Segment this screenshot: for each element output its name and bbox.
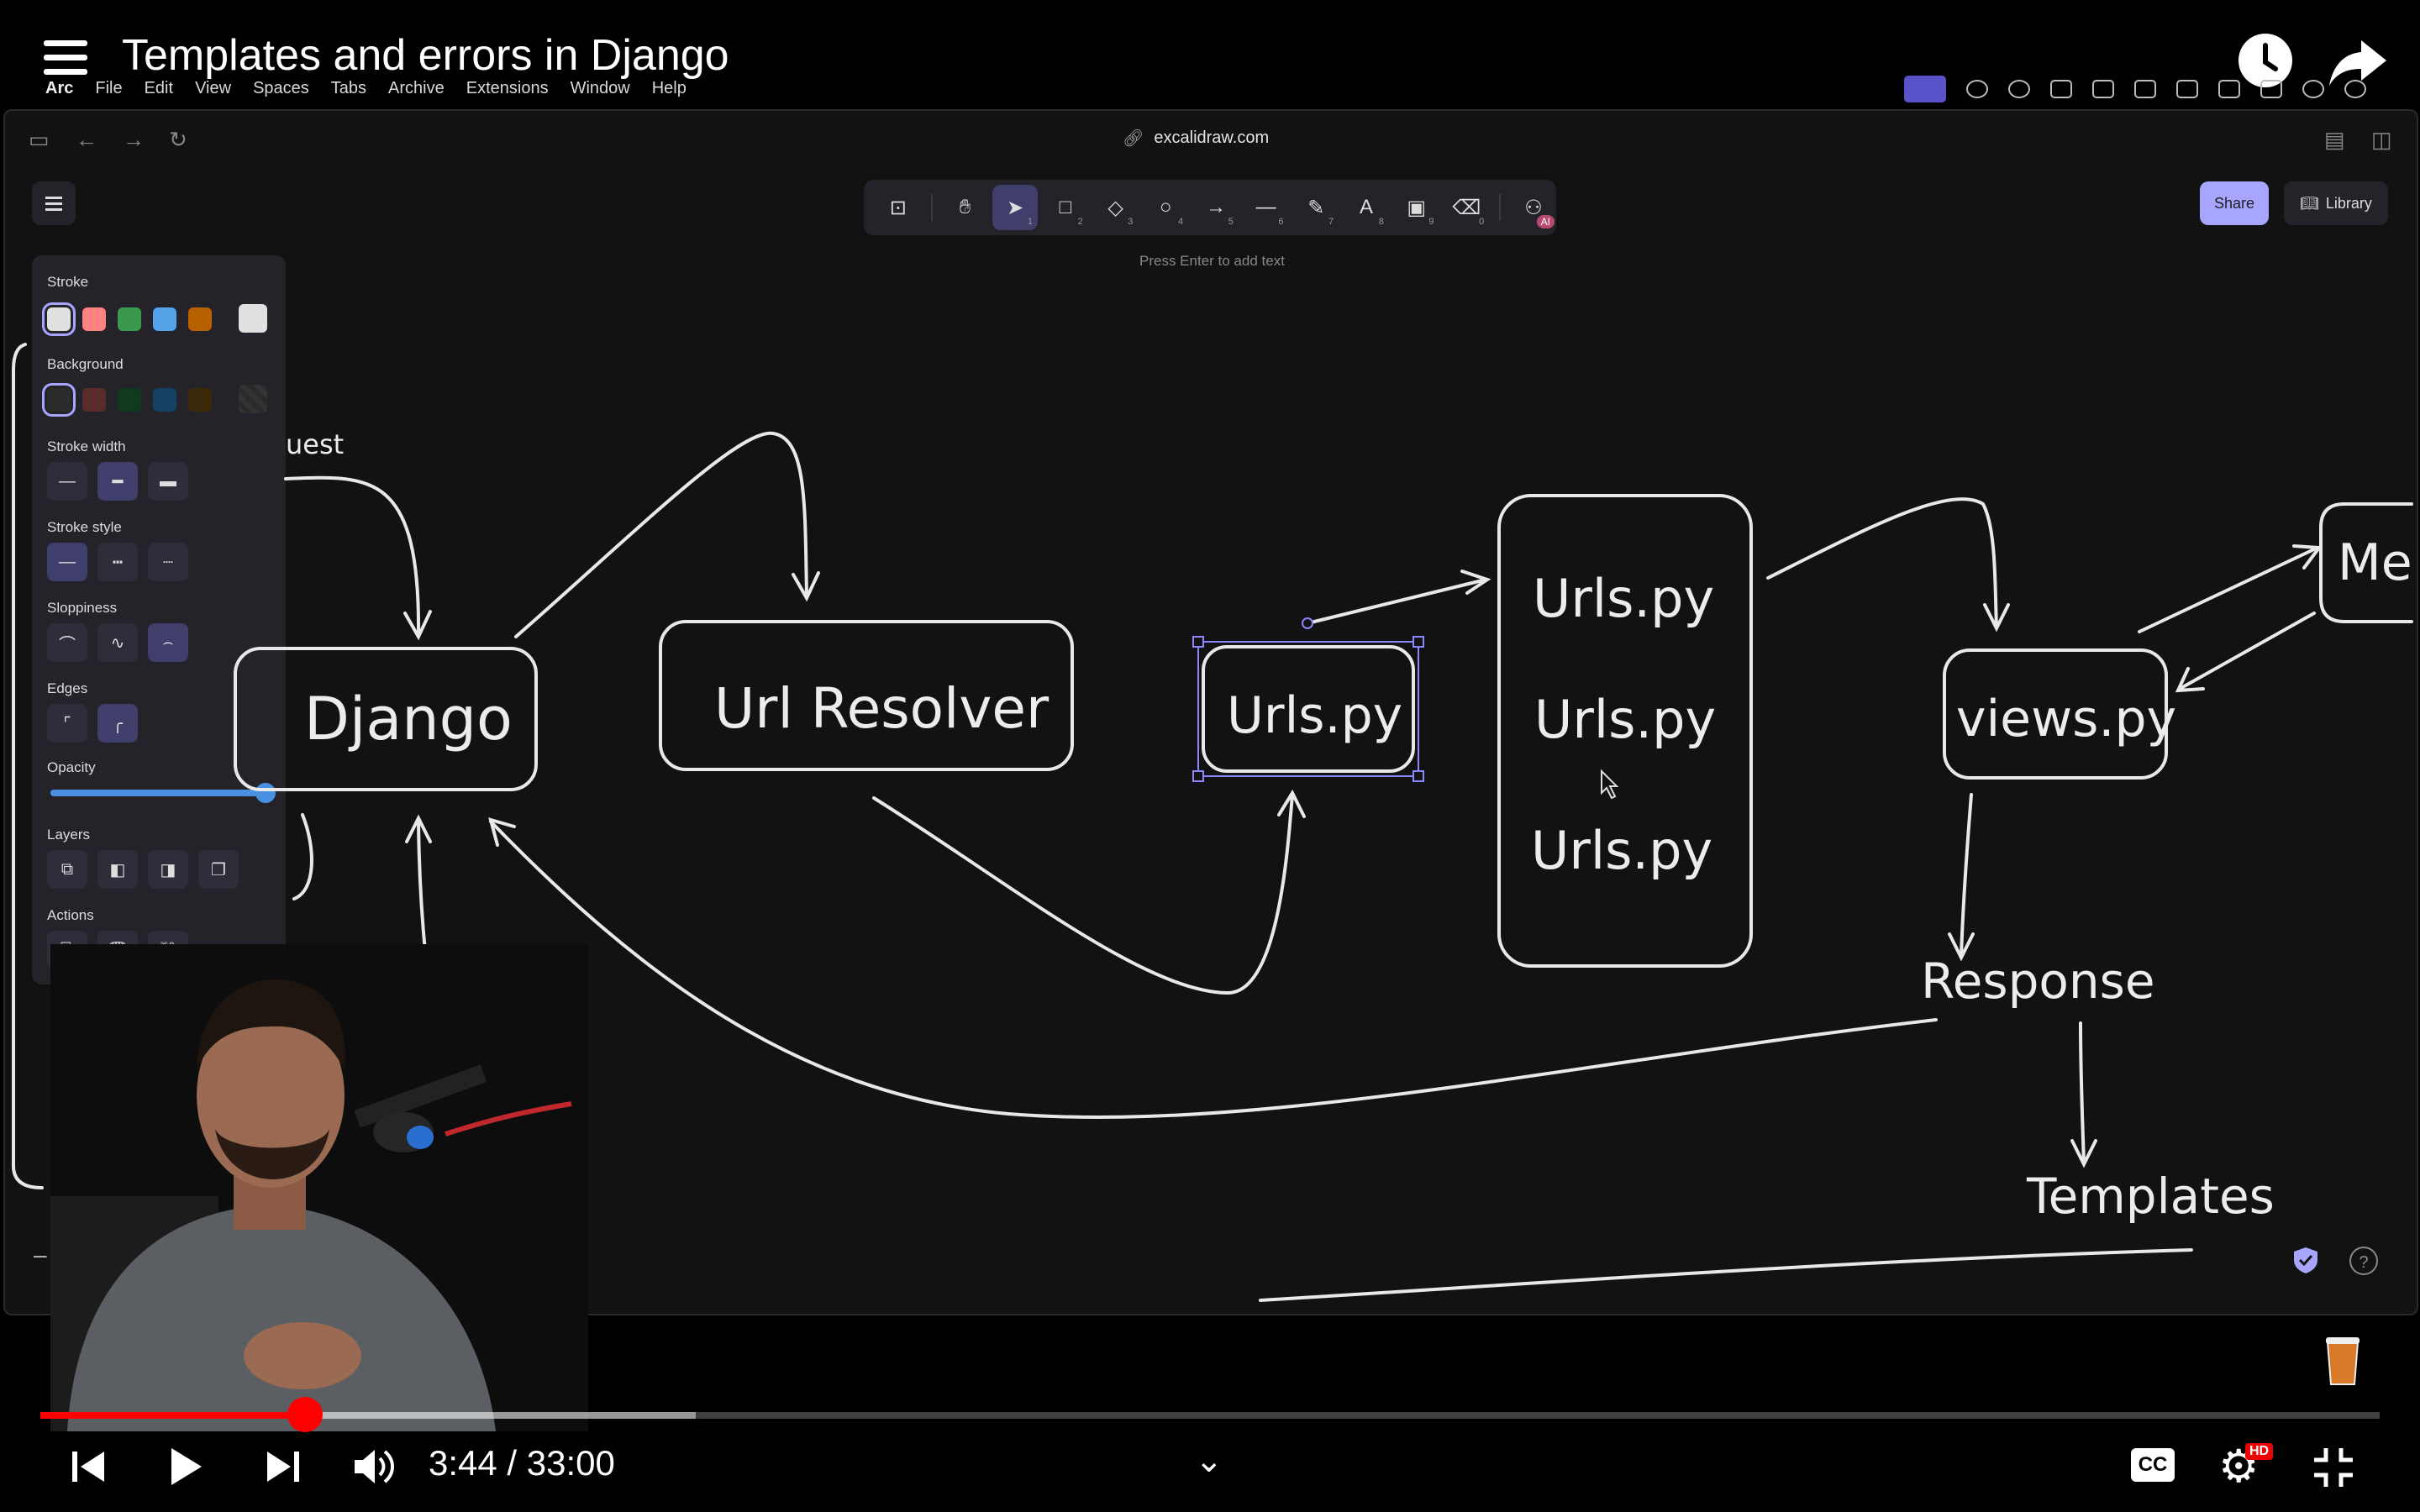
time-display: 3:44 / 33:00 (429, 1443, 615, 1483)
hd-badge: HD (2245, 1443, 2274, 1460)
presenter-hands (244, 1322, 361, 1389)
rotation-handle (1302, 617, 1313, 629)
views-to-models-arrow (2138, 546, 2319, 633)
resolver-to-urls-arrow (872, 793, 1294, 995)
urls-stack-label-2: Urls.py (1534, 689, 1716, 750)
models-to-views-arrow (2178, 612, 2316, 690)
templates-return-line (1259, 1248, 2193, 1302)
selection-handle (1192, 770, 1204, 782)
django-left-curve (292, 813, 313, 900)
next-icon[interactable] (264, 1445, 302, 1488)
stack-to-views-arrow (1766, 497, 1998, 628)
url-resolver-label: Url Resolver (714, 676, 1050, 741)
request-arrow (284, 475, 421, 637)
exit-fullscreen-icon[interactable] (2312, 1446, 2354, 1488)
views-label: views.py (1956, 690, 2176, 748)
volume-icon[interactable] (351, 1445, 397, 1488)
templates-label: Templates (2026, 1168, 2275, 1225)
selection-handle (1413, 770, 1424, 782)
help-icon[interactable]: ? (2349, 1247, 2378, 1275)
views-to-response-arrow (1960, 793, 1973, 958)
time-separator: / (507, 1443, 518, 1483)
diagram-left-frame (12, 343, 44, 1189)
mouse-cursor-icon (1601, 769, 1619, 800)
channel-watermark-icon[interactable] (2323, 1336, 2363, 1388)
shield-icon[interactable] (2291, 1245, 2321, 1275)
urls-selected-label: Urls.py (1227, 686, 1402, 745)
selection-handle (1192, 636, 1204, 648)
selection-handle (1413, 636, 1424, 648)
play-icon[interactable] (166, 1445, 205, 1488)
current-time: 3:44 (429, 1443, 497, 1483)
response-to-templates-arrow (2079, 1021, 2086, 1164)
django-label: Django (304, 685, 513, 753)
progress-played (40, 1412, 305, 1419)
zoom-out-button[interactable]: – (34, 1242, 47, 1268)
progress-scrubber[interactable] (287, 1397, 323, 1432)
duration: 33:00 (526, 1443, 615, 1483)
previous-icon[interactable] (69, 1445, 108, 1488)
response-to-django-arrow (489, 820, 1938, 1119)
captions-icon[interactable]: CC (2131, 1448, 2175, 1482)
presenter-video (50, 944, 588, 1431)
microphone-accent (407, 1126, 434, 1149)
urls-stack-label-3: Urls.py (1531, 820, 1712, 881)
response-label: Response (1921, 953, 2155, 1010)
urls-to-stack-arrow (1306, 578, 1487, 625)
django-to-resolver-arrow (514, 431, 808, 638)
models-label: Me (2338, 533, 2412, 592)
urls-stack-label-1: Urls.py (1533, 568, 1714, 629)
request-label: uest (286, 428, 344, 460)
chevron-down-icon[interactable]: ⌄ (1195, 1441, 1223, 1480)
